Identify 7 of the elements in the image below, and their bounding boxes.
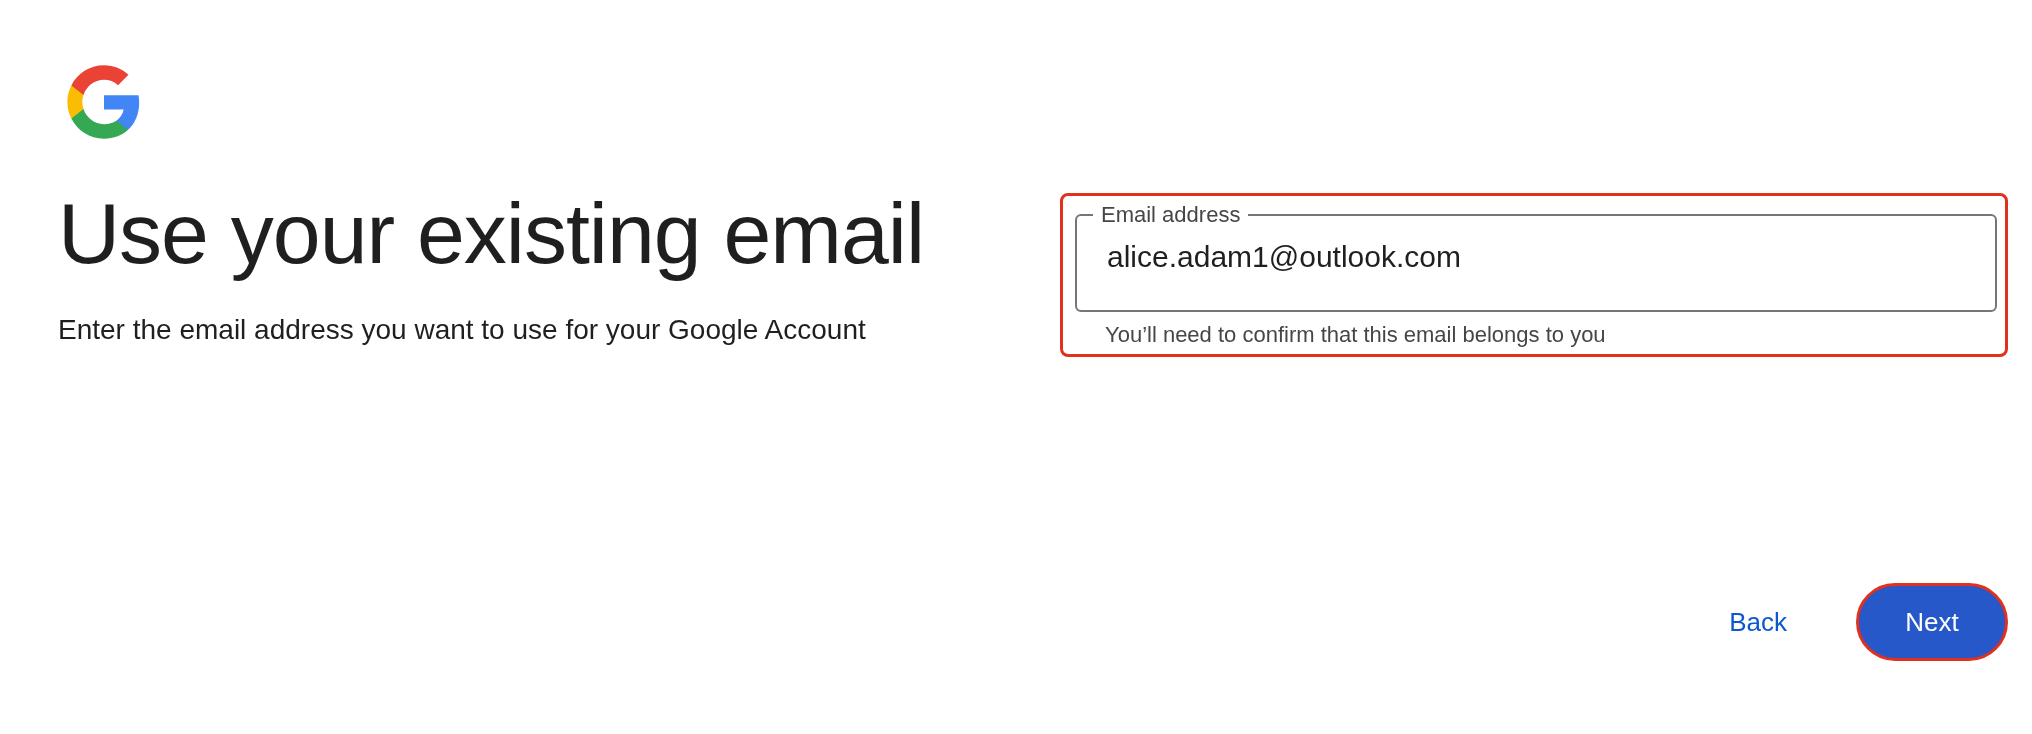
back-button[interactable]: Back — [1716, 589, 1800, 655]
page-description: Enter the email address you want to use for your Google Account — [58, 312, 867, 347]
field-value: alice.adam1@outlook.com — [1107, 240, 1461, 273]
helper-text: You’ll need to confirm that this email belongs to you — [1104, 321, 1607, 348]
field-label: Email address — [1100, 202, 1242, 228]
page-heading: Use your existing email — [58, 186, 926, 281]
next-button[interactable]: Next — [1856, 583, 2008, 661]
